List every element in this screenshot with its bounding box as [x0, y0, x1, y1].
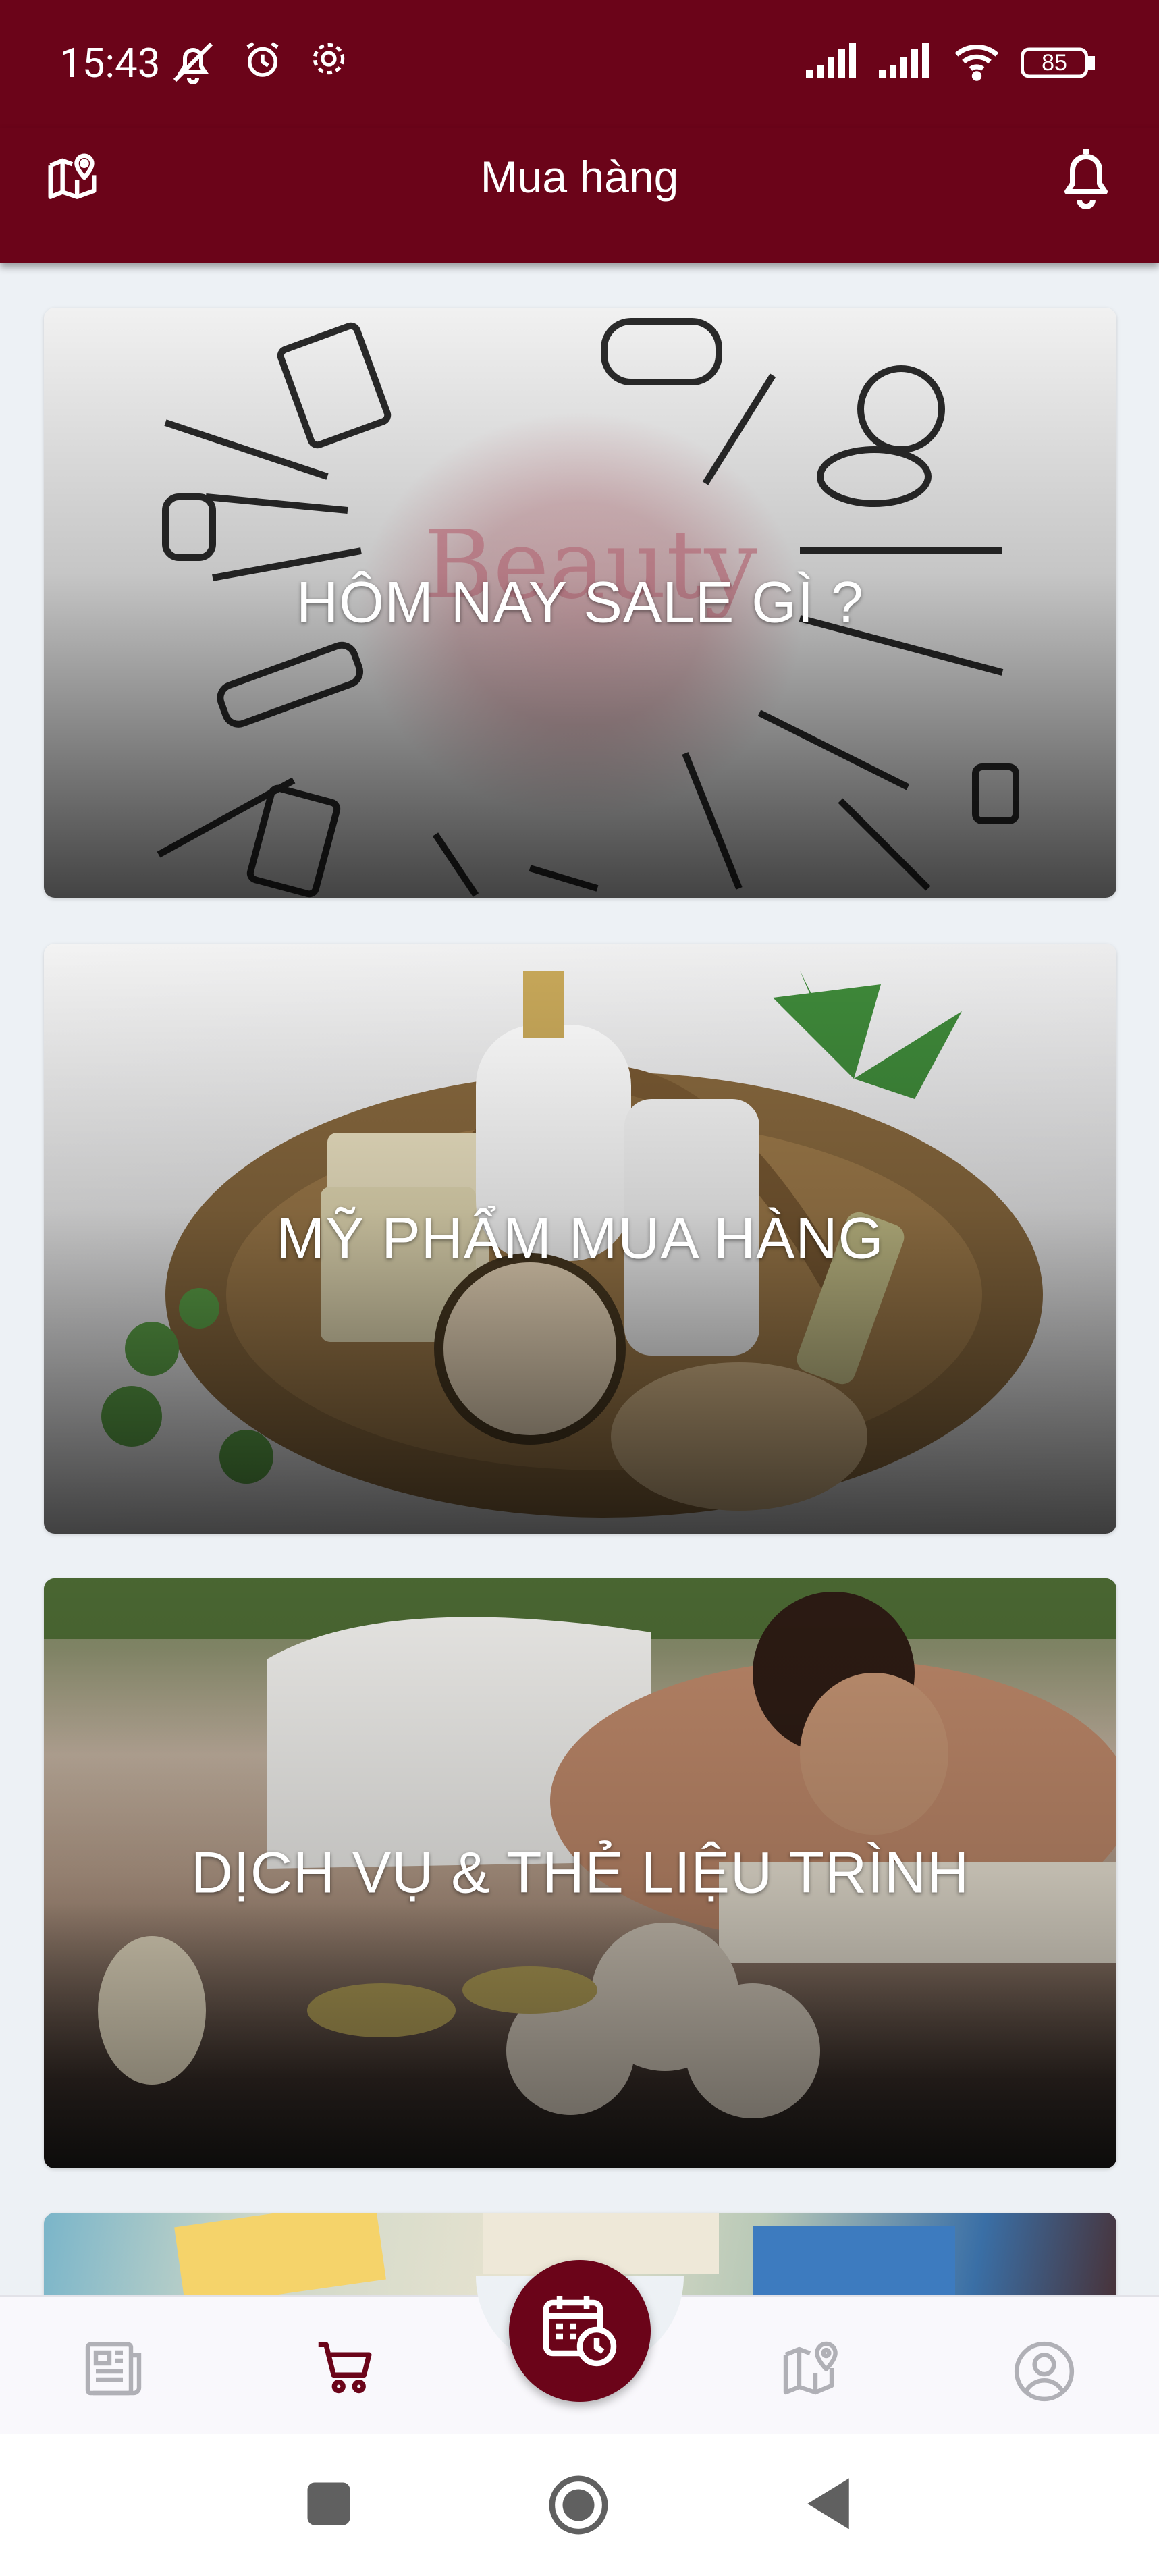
- map-icon[interactable]: [780, 2338, 845, 2404]
- home-icon[interactable]: [547, 2473, 610, 2540]
- back-icon[interactable]: [805, 2476, 852, 2535]
- alarm-icon: [240, 38, 285, 90]
- app-bar: Mua hàng: [0, 128, 1159, 263]
- signal-icon: [806, 43, 860, 82]
- bell-icon[interactable]: [1054, 143, 1118, 214]
- page-title: Mua hàng: [480, 152, 679, 202]
- recent-apps-icon[interactable]: [305, 2480, 352, 2531]
- status-time: 15:43: [59, 39, 161, 87]
- card-title-cosmetics: MỸ PHẨM MUA HÀNG: [276, 1206, 884, 1271]
- status-bar: 15:43 85: [0, 0, 1159, 128]
- calendar-clock-icon: [539, 2289, 620, 2373]
- booking-fab[interactable]: [509, 2260, 651, 2402]
- mute-icon: [169, 38, 217, 90]
- card-title-services: DỊCH VỤ & THẺ LIỆU TRÌNH: [190, 1840, 970, 1906]
- profile-icon[interactable]: [1011, 2338, 1077, 2408]
- wifi-icon: [952, 41, 1002, 84]
- category-card-services[interactable]: DỊCH VỤ & THẺ LIỆU TRÌNH: [44, 1578, 1116, 2168]
- cart-icon[interactable]: [316, 2338, 377, 2400]
- system-navigation-bar: [0, 2434, 1159, 2576]
- category-card-sale[interactable]: Beauty HÔM NAY SALE GÌ ?: [44, 308, 1116, 898]
- battery-icon: 85: [1021, 46, 1095, 80]
- battery-level: 85: [1042, 49, 1067, 76]
- signal-icon-2: [879, 43, 933, 82]
- news-icon[interactable]: [82, 2338, 147, 2403]
- category-card-cosmetics[interactable]: MỸ PHẨM MUA HÀNG: [44, 944, 1116, 1534]
- settings-icon: [308, 38, 350, 90]
- card-title-sale: HÔM NAY SALE GÌ ?: [296, 570, 864, 635]
